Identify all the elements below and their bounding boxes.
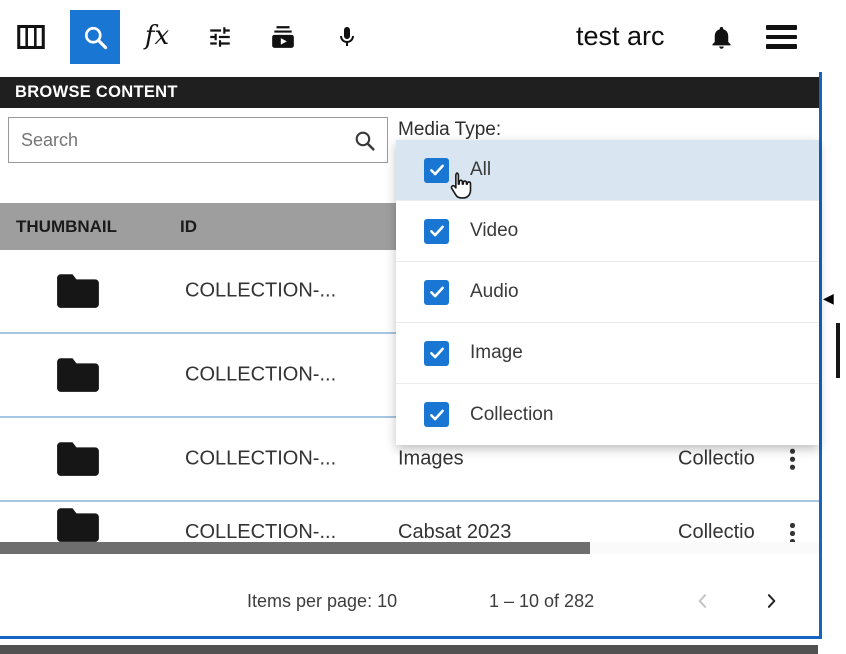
vertical-scrollbar-thumb[interactable] xyxy=(836,323,840,378)
menu-item-label: Image xyxy=(470,342,523,364)
menu-item-label: All xyxy=(470,159,491,181)
menu-item-all[interactable]: All xyxy=(396,140,819,201)
checkbox-collection[interactable] xyxy=(424,402,449,427)
bottom-bar xyxy=(0,645,818,654)
hamburger-menu-button[interactable] xyxy=(763,24,799,50)
check-icon xyxy=(428,161,446,179)
cell-id: COLLECTION-... xyxy=(185,521,336,544)
items-per-page-value[interactable]: 10 xyxy=(377,591,397,611)
column-header-thumbnail[interactable]: THUMBNAIL xyxy=(16,203,117,250)
microphone-button[interactable] xyxy=(329,19,365,55)
cell-type: Collectio xyxy=(678,448,755,471)
search-box xyxy=(8,117,388,163)
folder-icon xyxy=(55,440,101,478)
folder-icon xyxy=(55,506,101,544)
chevron-left-icon xyxy=(693,589,713,613)
checkbox-image[interactable] xyxy=(424,341,449,366)
video-library-button[interactable] xyxy=(263,22,303,52)
microphone-icon xyxy=(335,23,359,51)
search-icon xyxy=(82,24,109,51)
horizontal-scrollbar-thumb[interactable] xyxy=(0,542,590,554)
frame-border-bottom xyxy=(0,636,822,639)
menu-item-video[interactable]: Video xyxy=(396,201,819,262)
filmstrip-icon xyxy=(17,24,45,50)
collapse-panel-icon[interactable]: ◀ xyxy=(823,291,834,305)
cell-title: Cabsat 2023 xyxy=(398,521,511,544)
next-page-button[interactable] xyxy=(752,584,790,618)
notifications-button[interactable] xyxy=(702,19,740,55)
hamburger-icon xyxy=(766,25,797,49)
media-type-dropdown: All Video Audio Image Collection xyxy=(396,140,819,445)
search-submit-button[interactable] xyxy=(347,126,381,154)
items-per-page: Items per page:10 xyxy=(247,591,397,612)
cell-id: COLLECTION-... xyxy=(185,364,336,387)
cell-id: COLLECTION-... xyxy=(185,280,336,303)
filters-button[interactable] xyxy=(200,22,240,52)
cell-type: Collectio xyxy=(678,521,755,544)
folder-icon xyxy=(55,356,101,394)
folder-icon xyxy=(55,272,101,310)
check-icon xyxy=(428,406,446,424)
checkbox-all[interactable] xyxy=(424,158,449,183)
items-per-page-label: Items per page: xyxy=(247,591,372,611)
menu-item-label: Collection xyxy=(470,404,553,426)
column-header-id[interactable]: ID xyxy=(180,203,197,250)
checkbox-audio[interactable] xyxy=(424,280,449,305)
sliders-icon xyxy=(206,24,234,50)
browse-content-header: BROWSE CONTENT xyxy=(0,77,821,108)
search-nav-button[interactable] xyxy=(70,10,120,64)
menu-item-image[interactable]: Image xyxy=(396,323,819,384)
horizontal-scrollbar-track[interactable] xyxy=(0,542,821,554)
menu-item-audio[interactable]: Audio xyxy=(396,262,819,323)
check-icon xyxy=(428,344,446,362)
media-type-label: Media Type: xyxy=(398,119,501,141)
browser-viewport: fx test arc BROWSE CONTE xyxy=(0,0,846,654)
previous-page-button[interactable] xyxy=(684,584,722,618)
menu-item-label: Audio xyxy=(470,281,519,303)
row-menu-button[interactable] xyxy=(784,443,801,476)
paginator: Items per page:10 1 – 10 of 282 xyxy=(0,554,821,636)
top-toolbar: fx test arc xyxy=(0,0,821,72)
menu-item-collection[interactable]: Collection xyxy=(396,384,819,445)
bell-icon xyxy=(708,23,735,52)
effects-button[interactable]: fx xyxy=(137,18,177,54)
frame-border-right xyxy=(819,72,822,639)
library-button[interactable] xyxy=(12,22,50,52)
video-library-icon xyxy=(269,24,297,50)
check-icon xyxy=(428,222,446,240)
search-input[interactable] xyxy=(9,118,387,162)
app-title: test arc xyxy=(576,21,665,52)
page-range-label: 1 – 10 of 282 xyxy=(489,591,594,612)
menu-item-label: Video xyxy=(470,220,518,242)
chevron-right-icon xyxy=(761,589,781,613)
checkbox-video[interactable] xyxy=(424,219,449,244)
check-icon xyxy=(428,283,446,301)
cell-id: COLLECTION-... xyxy=(185,448,336,471)
fx-icon: fx xyxy=(145,21,169,51)
magnifier-icon xyxy=(352,128,377,153)
cell-title: Images xyxy=(398,448,464,471)
